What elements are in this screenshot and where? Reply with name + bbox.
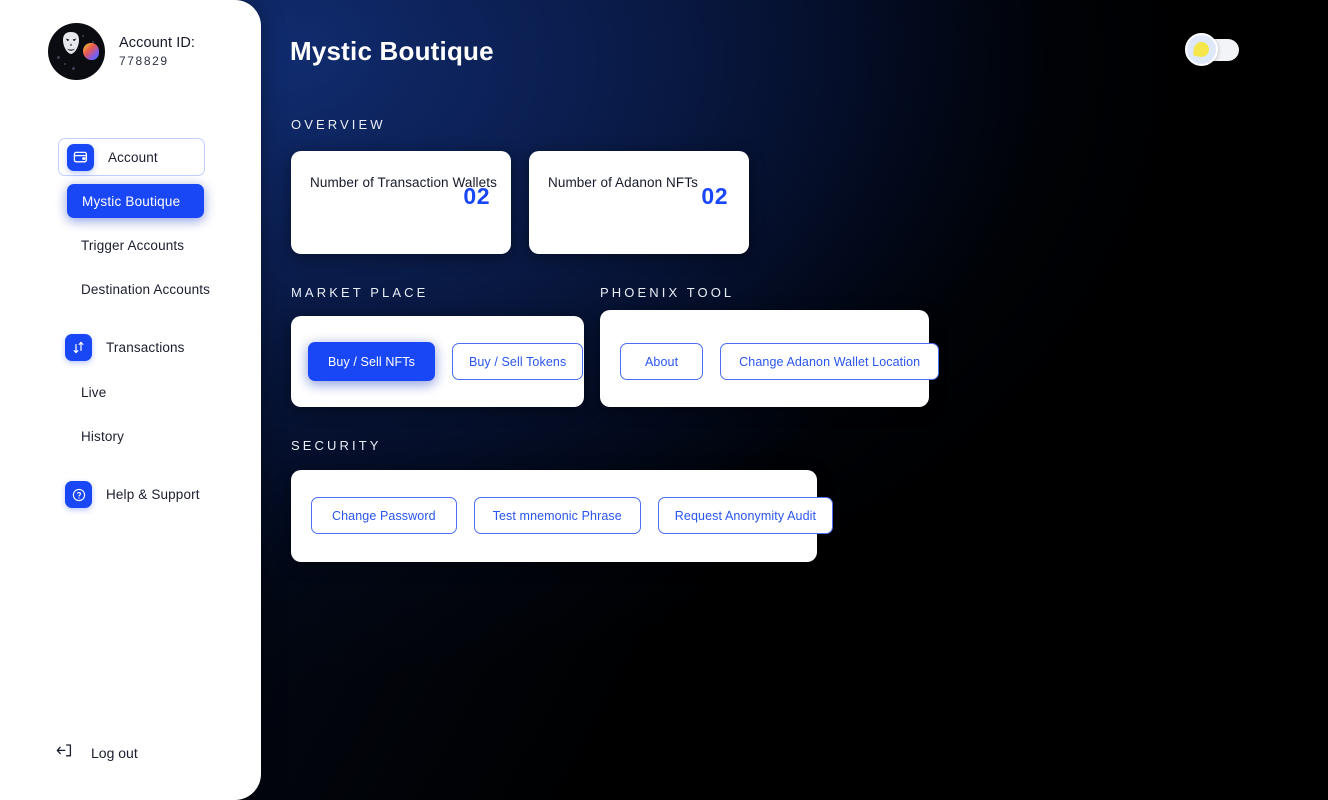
- anonymous-mask-icon: [63, 32, 79, 54]
- request-anonymity-audit-button[interactable]: Request Anonymity Audit: [657, 497, 834, 534]
- avatar-color-accent: [83, 43, 99, 60]
- sidebar-item-account[interactable]: Account: [58, 138, 205, 176]
- sidebar: Account ID: 778829 Account Mystic Boutiq…: [0, 0, 261, 800]
- section-label-overview: OVERVIEW: [291, 117, 386, 132]
- sidebar-item-live[interactable]: Live: [81, 385, 106, 400]
- phoenix-tool-button-row: About Change Adanon Wallet Location: [620, 343, 940, 380]
- wallet-icon: [67, 143, 94, 171]
- avatar-speck: [64, 63, 66, 65]
- page-title: Mystic Boutique: [290, 36, 494, 66]
- security-card: Change Password Test mnemonic Phrase Req…: [291, 470, 834, 562]
- phoenix-tool-card: About Change Adanon Wallet Location: [600, 310, 940, 407]
- transfer-arrows-icon: [65, 334, 92, 361]
- avatar-speck: [92, 41, 94, 43]
- sun-icon: [1192, 40, 1211, 59]
- market-place-button-row: Buy / Sell NFTs Buy / Sell Tokens: [308, 342, 584, 381]
- sidebar-item-destination-accounts[interactable]: Destination Accounts: [81, 282, 210, 297]
- buy-sell-nfts-button[interactable]: Buy / Sell NFTs: [308, 342, 435, 381]
- theme-toggle[interactable]: [1185, 33, 1239, 66]
- buy-sell-tokens-button[interactable]: Buy / Sell Tokens: [451, 343, 584, 380]
- question-circle-icon: [65, 481, 92, 508]
- sidebar-item-help-support-label: Help & Support: [106, 487, 200, 502]
- account-summary: Account ID: 778829: [48, 23, 195, 80]
- stat-card-adanon-nfts: Number of Adanon NFTs 02: [529, 151, 749, 254]
- section-label-phoenix-tool: PHOENIX TOOL: [600, 285, 735, 300]
- test-mnemonic-phrase-button[interactable]: Test mnemonic Phrase: [473, 497, 641, 534]
- stat-card-transaction-wallets: Number of Transaction Wallets 02: [291, 151, 511, 254]
- sidebar-item-trigger-accounts[interactable]: Trigger Accounts: [81, 238, 184, 253]
- sidebar-item-history[interactable]: History: [81, 429, 124, 444]
- avatar-speck: [82, 35, 84, 37]
- sidebar-item-account-label: Account: [108, 149, 158, 165]
- stat-card-value: 02: [463, 183, 490, 209]
- sidebar-item-transactions[interactable]: Transactions: [65, 334, 185, 361]
- main-content: Mystic Boutique OVERVIEW Number of Trans…: [261, 0, 1328, 800]
- avatar-speck: [72, 67, 75, 70]
- avatar-speck: [57, 56, 60, 59]
- logout-arrow-icon: [56, 743, 73, 763]
- sidebar-item-mystic-boutique[interactable]: Mystic Boutique: [67, 184, 204, 218]
- avatar: [48, 23, 105, 80]
- account-id-value: 778829: [119, 54, 169, 68]
- app-window: Account ID: 778829 Account Mystic Boutiq…: [0, 0, 1328, 800]
- change-password-button[interactable]: Change Password: [311, 497, 457, 534]
- section-label-security: SECURITY: [291, 438, 382, 453]
- market-place-card: Buy / Sell NFTs Buy / Sell Tokens: [291, 316, 584, 407]
- stat-card-value: 02: [701, 183, 728, 209]
- security-button-row: Change Password Test mnemonic Phrase Req…: [311, 497, 834, 534]
- change-adanon-wallet-location-button[interactable]: Change Adanon Wallet Location: [720, 343, 940, 380]
- logout-label: Log out: [91, 745, 138, 761]
- sidebar-item-transactions-label: Transactions: [106, 340, 185, 355]
- about-button[interactable]: About: [620, 343, 704, 380]
- theme-toggle-knob: [1185, 33, 1218, 66]
- stat-card-title: Number of Adanon NFTs: [548, 175, 698, 190]
- sidebar-item-mystic-boutique-label: Mystic Boutique: [82, 193, 181, 209]
- logout-button[interactable]: Log out: [56, 743, 138, 763]
- section-label-market-place: MARKET PLACE: [291, 285, 429, 300]
- sidebar-item-help-support[interactable]: Help & Support: [65, 481, 200, 508]
- account-id-label: Account ID:: [119, 35, 196, 51]
